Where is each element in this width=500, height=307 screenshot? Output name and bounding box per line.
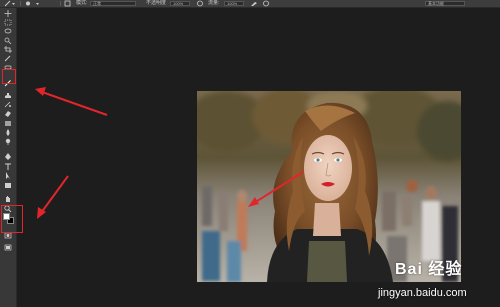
watermark-url: jingyan.baidu.com — [378, 287, 467, 299]
foreground-color-swatch[interactable] — [3, 213, 10, 220]
baidu-jingyan-watermark: Bai 经验 — [395, 261, 463, 278]
